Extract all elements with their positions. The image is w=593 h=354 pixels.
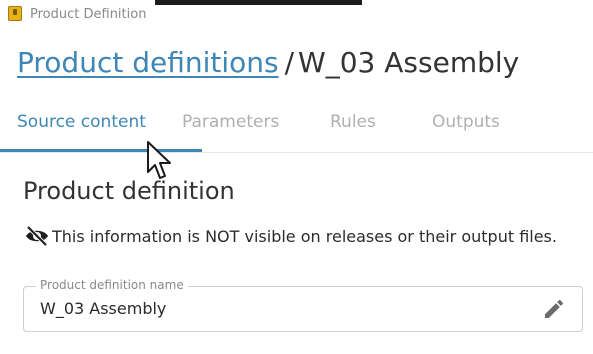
field-value: W_03 Assembly [40, 299, 167, 318]
tab-parameters[interactable]: Parameters [182, 112, 279, 132]
breadcrumb-current: W_03 Assembly [298, 46, 520, 79]
tab-source-content[interactable]: Source content [17, 112, 146, 132]
eye-off-icon [26, 225, 48, 247]
tab-rules[interactable]: Rules [330, 112, 376, 132]
overlay-bar [155, 0, 362, 5]
tab-bar: Source content Parameters Rules Outputs [0, 104, 593, 153]
breadcrumb: Product definitions / W_03 Assembly [17, 44, 519, 82]
tab-outputs[interactable]: Outputs [432, 112, 500, 132]
product-definition-name-field[interactable]: Product definition name W_03 Assembly [23, 278, 583, 332]
breadcrumb-link-product-definitions[interactable]: Product definitions [17, 46, 279, 79]
pencil-icon[interactable] [542, 297, 566, 321]
section-title: Product definition [23, 177, 235, 205]
title-bar: Product Definition [0, 0, 593, 30]
window-title: Product Definition [30, 7, 147, 22]
notice-text: This information is NOT visible on relea… [52, 226, 557, 246]
field-label: Product definition name [36, 278, 188, 292]
breadcrumb-separator: / [284, 46, 295, 79]
app-icon [8, 6, 22, 21]
visibility-notice: This information is NOT visible on relea… [24, 224, 557, 248]
